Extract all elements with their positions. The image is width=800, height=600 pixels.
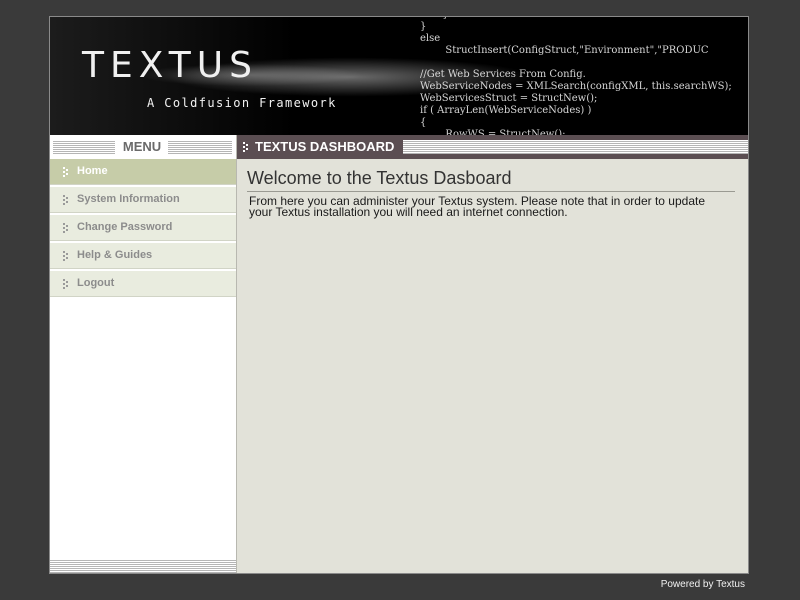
sidebar: MENU Home System Information Change Pass…: [50, 135, 237, 573]
menu-header-stripes-left: [53, 140, 115, 154]
sidebar-item-label: System Information: [77, 193, 180, 205]
sidebar-item-help-guides[interactable]: Help & Guides: [50, 243, 236, 269]
sidebar-item-label: Change Password: [77, 221, 173, 233]
page-title: TEXTUS DASHBOARD: [255, 139, 395, 154]
bullet-dots-icon: [63, 279, 68, 289]
sidebar-item-home[interactable]: Home: [50, 159, 236, 185]
intro-text: From here you can administer your Textus…: [249, 194, 706, 219]
app-window: } } else StructInsert(ConfigStruct,"Envi…: [49, 16, 749, 574]
sidebar-footer-stripes: [50, 559, 236, 573]
menu-header: MENU: [50, 135, 236, 159]
sidebar-item-change-password[interactable]: Change Password: [50, 215, 236, 241]
bullet-dots-icon: [63, 195, 68, 205]
menu-title: MENU: [122, 139, 162, 154]
header-banner: } } else StructInsert(ConfigStruct,"Envi…: [50, 17, 748, 135]
bullet-dots-icon: [63, 167, 68, 177]
main-header: TEXTUS DASHBOARD: [237, 135, 748, 159]
main-header-stripes: [403, 140, 748, 154]
sidebar-item-system-information[interactable]: System Information: [50, 187, 236, 213]
menu-header-stripes-right: [168, 140, 232, 154]
bullet-dots-icon: [63, 223, 68, 233]
main-content: TEXTUS DASHBOARD Welcome to the Textus D…: [237, 135, 748, 573]
sidebar-item-label: Home: [77, 165, 108, 177]
banner-code-snippet: } } else StructInsert(ConfigStruct,"Envi…: [420, 17, 732, 135]
sidebar-item-logout[interactable]: Logout: [50, 271, 236, 297]
bullet-dots-icon: [63, 251, 68, 261]
logo-subtitle: A Coldfusion Framework: [147, 96, 337, 110]
bullet-dots-icon: [243, 142, 248, 152]
sidebar-item-label: Logout: [77, 277, 115, 289]
logo-title: TEXTUS: [82, 45, 258, 86]
welcome-heading: Welcome to the Textus Dasboard: [247, 168, 735, 192]
powered-by-text: Powered by Textus: [660, 579, 745, 590]
sidebar-item-label: Help & Guides: [77, 249, 153, 261]
